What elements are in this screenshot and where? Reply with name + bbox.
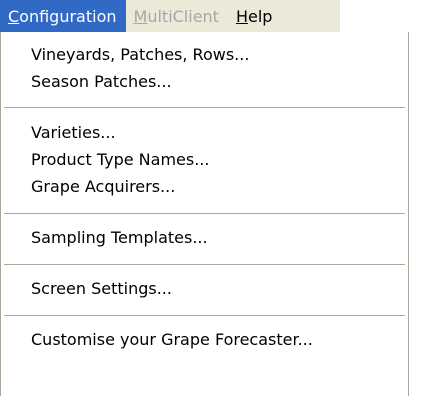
menu-separator [4, 107, 405, 108]
menu-multiclient-mnemonic: M [133, 6, 148, 26]
menu-help[interactable]: Help [228, 0, 281, 32]
menu-separator [4, 315, 405, 316]
menu-multiclient-label: ultiClient [147, 6, 219, 26]
menu-item-customise-grape-forecaster[interactable]: Customise your Grape Forecaster... [31, 327, 313, 353]
menu-configuration-label: onfiguration [19, 6, 117, 26]
menu-configuration-mnemonic: C [8, 6, 20, 26]
menu-item-varieties[interactable]: Varieties... [31, 120, 116, 146]
menu-separator [4, 213, 405, 214]
menu-separator [4, 264, 405, 265]
menu-multiclient[interactable]: MultiClient [126, 0, 228, 32]
menu-help-label: elp [247, 6, 273, 26]
menu-item-grape-acquirers[interactable]: Grape Acquirers... [31, 174, 175, 200]
menu-item-screen-settings[interactable]: Screen Settings... [31, 276, 172, 302]
menu-item-vineyards-patches-rows[interactable]: Vineyards, Patches, Rows... [31, 42, 249, 68]
menu-bar: Configuration MultiClient Help [0, 0, 340, 32]
menu-help-mnemonic: H [235, 6, 248, 26]
menu-item-season-patches[interactable]: Season Patches... [31, 69, 172, 95]
menu-item-product-type-names[interactable]: Product Type Names... [31, 147, 209, 173]
configuration-dropdown: Vineyards, Patches, Rows... Season Patch… [0, 32, 409, 396]
menu-item-sampling-templates[interactable]: Sampling Templates... [31, 225, 208, 251]
menu-configuration[interactable]: Configuration [0, 0, 126, 32]
